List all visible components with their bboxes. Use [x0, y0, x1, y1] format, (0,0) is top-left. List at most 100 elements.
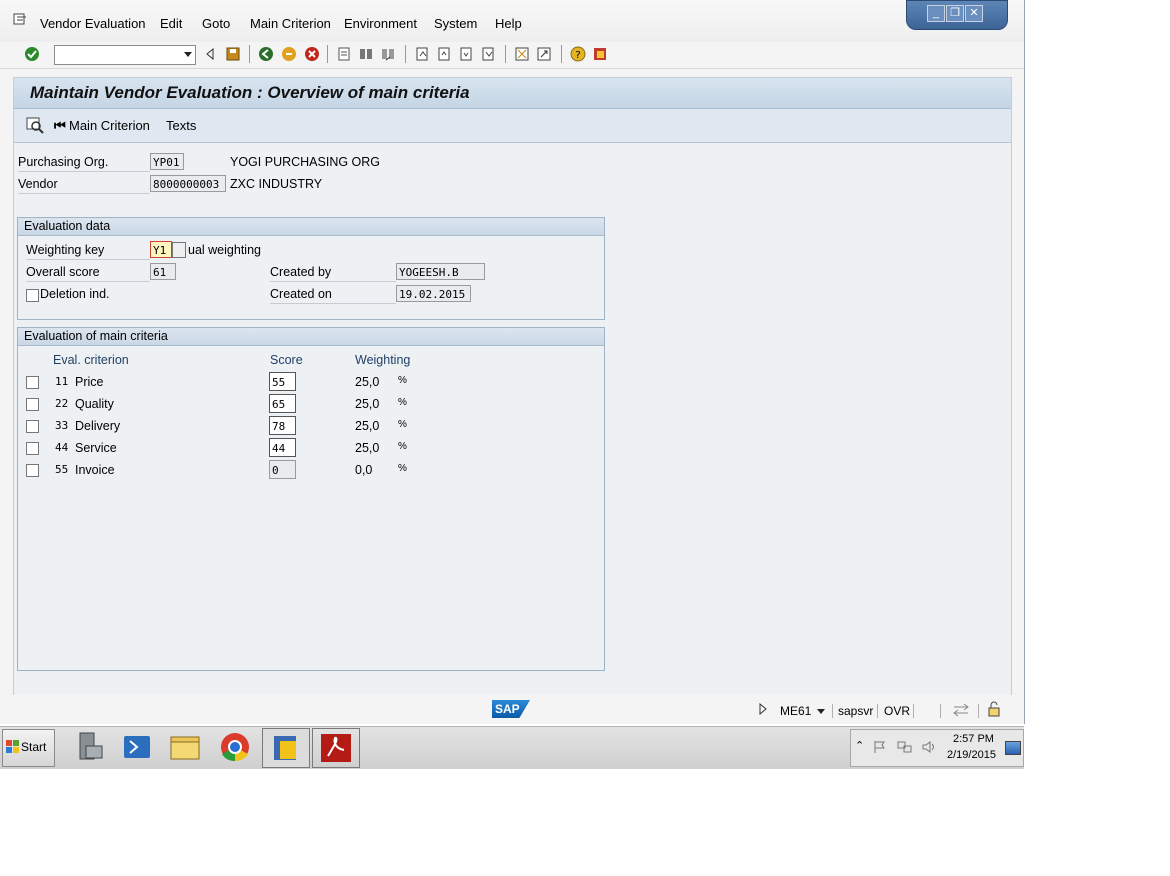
powershell-icon[interactable]	[114, 728, 160, 766]
new-session-icon[interactable]	[514, 46, 530, 62]
sap-logon-icon[interactable]	[262, 728, 310, 768]
menu-edit[interactable]: Edit	[160, 16, 182, 31]
menu-icon[interactable]	[13, 12, 29, 26]
menu-vendor-evaluation[interactable]: Vendor Evaluation	[40, 16, 146, 31]
label-underline	[270, 303, 396, 304]
weighting-value: 25,0	[355, 419, 380, 433]
status-separator	[940, 704, 941, 718]
back-triangle-icon[interactable]	[202, 46, 218, 62]
exit-icon[interactable]	[281, 46, 297, 62]
previous-page-icon[interactable]	[436, 46, 452, 62]
vendor-field[interactable]: 8000000003	[150, 175, 226, 192]
first-criterion-icon: ⏮	[54, 118, 66, 133]
display-icon[interactable]	[26, 116, 44, 134]
minimize-icon[interactable]: _	[927, 5, 945, 22]
menu-main-criterion[interactable]: Main Criterion	[250, 16, 331, 31]
texts-button[interactable]: Texts	[166, 118, 196, 133]
weighting-key-field[interactable]: Y1	[150, 241, 172, 258]
server-name: sapsvr	[838, 704, 874, 718]
lock-icon[interactable]	[986, 701, 1002, 717]
show-desktop-icon[interactable]	[1005, 741, 1021, 755]
cancel-icon[interactable]	[304, 46, 320, 62]
show-hidden-icons-icon[interactable]: ⌃	[855, 739, 864, 752]
next-page-icon[interactable]	[458, 46, 474, 62]
weighting-key-label: Weighting key	[26, 243, 105, 257]
command-field[interactable]	[54, 45, 196, 65]
deletion-ind-label: Deletion ind.	[40, 287, 110, 301]
column-header-score: Score	[270, 353, 303, 367]
column-header-weighting: Weighting	[355, 353, 411, 367]
score-input[interactable]: 44	[269, 438, 296, 457]
criterion-name: Price	[75, 375, 104, 389]
close-icon[interactable]: ✕	[965, 5, 983, 22]
purchasing-org-label: Purchasing Org.	[18, 155, 109, 169]
weighting-value: 25,0	[355, 397, 380, 411]
score-input[interactable]: 55	[269, 372, 296, 391]
overall-score-label: Overall score	[26, 265, 100, 279]
server-manager-icon[interactable]	[66, 728, 112, 766]
overall-score-field[interactable]: 61	[150, 263, 176, 280]
expand-status-icon[interactable]	[758, 703, 768, 715]
toolbar-separator	[561, 45, 562, 63]
score-input[interactable]: 65	[269, 394, 296, 413]
system-tray: ⌃ 2:57 PM 2/19/2015	[850, 729, 1024, 767]
created-by-field[interactable]: YOGEESH.B	[396, 263, 485, 280]
transaction-code: ME61	[780, 704, 812, 718]
status-separator	[877, 704, 878, 718]
clock-time[interactable]: 2:57 PM	[953, 733, 994, 745]
group-title: Evaluation of main criteria	[18, 328, 604, 346]
toolbar-separator	[327, 45, 328, 63]
menu-goto[interactable]: Goto	[202, 16, 230, 31]
value-help-icon[interactable]	[172, 242, 186, 258]
shortcut-icon[interactable]	[536, 46, 552, 62]
row-select-checkbox[interactable]	[26, 398, 39, 411]
row-select-checkbox[interactable]	[26, 442, 39, 455]
menu-help[interactable]: Help	[495, 16, 522, 31]
chevron-down-icon[interactable]	[817, 709, 825, 714]
enter-icon[interactable]	[24, 46, 40, 62]
status-separator	[913, 704, 914, 718]
vendor-text: ZXC INDUSTRY	[230, 177, 323, 191]
back-icon[interactable]	[258, 46, 274, 62]
purchasing-org-field[interactable]: YP01	[150, 153, 184, 170]
file-explorer-icon[interactable]	[162, 728, 208, 766]
volume-icon[interactable]	[921, 740, 937, 754]
criterion-name: Quality	[75, 397, 114, 411]
criterion-number: 11	[55, 375, 69, 388]
percent-unit: %	[398, 375, 407, 386]
clock-date[interactable]: 2/19/2015	[947, 749, 996, 761]
deletion-ind-checkbox[interactable]	[26, 289, 39, 302]
find-next-icon[interactable]	[380, 46, 396, 62]
menu-environment[interactable]: Environment	[344, 16, 417, 31]
row-select-checkbox[interactable]	[26, 464, 39, 477]
save-icon[interactable]	[225, 46, 241, 62]
row-select-checkbox[interactable]	[26, 420, 39, 433]
created-on-field[interactable]: 19.02.2015	[396, 285, 471, 302]
created-by-label: Created by	[270, 265, 332, 279]
acrobat-icon[interactable]	[312, 728, 360, 768]
row-select-checkbox[interactable]	[26, 376, 39, 389]
chevron-down-icon[interactable]	[184, 52, 192, 57]
weighting-value: 25,0	[355, 441, 380, 455]
help-icon[interactable]: ?	[570, 46, 586, 62]
page-title: Maintain Vendor Evaluation : Overview of…	[30, 83, 470, 102]
score-input[interactable]: 78	[269, 416, 296, 435]
group-title: Evaluation data	[18, 218, 604, 236]
layout-menu-icon[interactable]	[592, 46, 608, 62]
last-page-icon[interactable]	[480, 46, 496, 62]
standard-toolbar: ?	[0, 42, 1024, 69]
restore-icon[interactable]: ❐	[946, 5, 964, 22]
menu-system[interactable]: System	[434, 16, 477, 31]
flag-icon[interactable]	[873, 740, 887, 754]
print-icon[interactable]	[336, 46, 352, 62]
chrome-icon[interactable]	[212, 728, 258, 766]
score-input[interactable]: 0	[269, 460, 296, 479]
main-criterion-button[interactable]: Main Criterion	[69, 118, 150, 133]
windows-logo-icon	[6, 740, 19, 753]
label-underline	[26, 281, 150, 282]
network-icon[interactable]	[897, 740, 913, 754]
find-icon[interactable]	[358, 46, 374, 62]
status-separator	[978, 704, 979, 718]
first-page-icon[interactable]	[414, 46, 430, 62]
start-button[interactable]: Start	[2, 729, 55, 767]
